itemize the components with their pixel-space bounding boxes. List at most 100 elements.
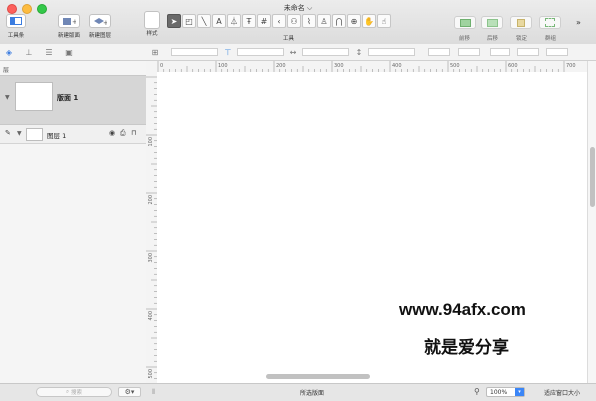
zoom-value: 100% xyxy=(490,388,508,396)
action-menu-button[interactable]: ⚙▾ xyxy=(118,387,141,397)
text-cursor-icon: Ŧ xyxy=(246,16,252,26)
shapes-icon: ◰ xyxy=(185,16,193,26)
new-layer-button[interactable]: + 新建图层 xyxy=(89,14,111,39)
sidebar-search-field[interactable]: ⌕ 搜索 xyxy=(36,387,112,397)
vertical-scroll-thumb[interactable] xyxy=(590,147,595,207)
inspector-bar: ◈ ⊥ ☰ ▣ ⊞ ⊤ ↔ ↕ xyxy=(0,44,596,61)
style-button[interactable]: 样式 xyxy=(144,11,160,37)
bring-front-button[interactable] xyxy=(454,16,476,29)
diagram-tool-button[interactable]: ⚇ xyxy=(287,14,301,28)
drawing-canvas[interactable] xyxy=(157,72,587,383)
text-cursor-tool-button[interactable]: Ŧ xyxy=(242,14,256,28)
arrange-field[interactable] xyxy=(490,48,510,56)
layer-list-item[interactable]: ✎ ▼ 图层 1 ◉ ⎙ ⊓ xyxy=(0,125,146,144)
table-tool-button[interactable]: # xyxy=(257,14,271,28)
browse-tool-button[interactable]: ☝ xyxy=(377,14,391,28)
line-icon: ╲ xyxy=(201,16,207,26)
lock-button[interactable] xyxy=(510,16,532,29)
style-brush-tool-button[interactable]: ⌇ xyxy=(302,14,316,28)
send-back-button[interactable] xyxy=(481,16,503,29)
ruler-tick-label: 100 xyxy=(218,63,228,69)
layer-name: 图层 1 xyxy=(47,132,67,140)
tool-palette: ➤ ◰ ╲ A ⏃ Ŧ # ‹ ⚇ ⌇ ♙ ⋂ ⊕ ✋ ☝ xyxy=(167,14,392,28)
canvas-list-item[interactable]: ▼ 版面 1 xyxy=(0,75,146,125)
gear-icon: ⚙▾ xyxy=(124,388,135,396)
zoom-tool-button[interactable]: ⊕ xyxy=(347,14,361,28)
layer-disclosure-icon[interactable]: ▼ xyxy=(17,130,22,137)
layers-tab-icon[interactable]: ◈ xyxy=(4,47,14,57)
horizontal-scroll-thumb[interactable] xyxy=(266,374,370,379)
selection-tab-icon[interactable]: ▣ xyxy=(64,47,74,57)
disclosure-triangle-icon[interactable]: ▼ xyxy=(5,94,10,101)
magnifier-icon: ⊕ xyxy=(350,16,358,26)
selection-tool-button[interactable]: ➤ xyxy=(167,14,181,28)
canvas-tab-icon[interactable]: ⊥ xyxy=(24,47,34,57)
hand-tool-button[interactable]: ✋ xyxy=(362,14,376,28)
x-position-field[interactable] xyxy=(171,48,218,56)
zoom-select[interactable]: 100% ▾ xyxy=(486,387,525,397)
vertical-scrollbar[interactable] xyxy=(587,61,596,383)
canvas-name: 版面 1 xyxy=(57,94,79,102)
back-tool-button[interactable]: ‹ xyxy=(272,14,286,28)
watermark-url: www.94afx.com xyxy=(399,300,526,319)
send-back-icon xyxy=(486,18,498,27)
pointing-hand-icon: ☝ xyxy=(381,16,387,26)
ruler-tick-label: 700 xyxy=(566,63,576,69)
align-field[interactable] xyxy=(517,48,539,56)
ruler-tick-label: 400 xyxy=(392,63,402,69)
fit-window-button[interactable]: 适应窗口大小 xyxy=(544,388,580,397)
stroke-field[interactable] xyxy=(458,48,480,56)
line-tool-button[interactable]: ╲ xyxy=(197,14,211,28)
height-field[interactable] xyxy=(368,48,415,56)
stamp-tool-button[interactable]: ♙ xyxy=(317,14,331,28)
new-layer-icon: + xyxy=(89,14,111,28)
group-button[interactable] xyxy=(539,16,561,29)
brush-icon: ⌇ xyxy=(307,16,311,26)
toolbar-toggle-button[interactable]: 工具条 xyxy=(6,14,26,39)
width-field[interactable] xyxy=(302,48,349,56)
ruler-tick-label: 500 xyxy=(148,369,154,379)
text-tool-button[interactable]: A xyxy=(212,14,226,28)
group-label: 群组 xyxy=(545,36,557,42)
style-label: 样式 xyxy=(146,31,158,37)
zoom-magnifier-icon[interactable]: ⚲ xyxy=(474,387,480,396)
toolbar-toggle-label: 工具条 xyxy=(7,33,25,39)
outline-tab-icon[interactable]: ☰ xyxy=(44,47,54,57)
layer-thumbnail xyxy=(26,128,43,141)
shape-tool-button[interactable]: ◰ xyxy=(182,14,196,28)
ruler-tick-label: 0 xyxy=(160,63,163,69)
ruler-tick-label: 500 xyxy=(450,63,460,69)
resize-handle-icon[interactable]: ⦀ xyxy=(152,388,155,397)
rotation-field[interactable] xyxy=(428,48,450,56)
width-icon: ↔ xyxy=(289,47,297,57)
title-bar: 未命名 ⌵ 工具条 + 新建版面 + 新建图层 样式 ➤ ◰ ╲ A ⏃ Ŧ #… xyxy=(0,0,596,45)
size-field[interactable] xyxy=(546,48,568,56)
new-canvas-icon: + xyxy=(58,14,80,28)
watermark-slogan: 就是爱分享 xyxy=(424,338,509,358)
pen-tool-button[interactable]: ⏃ xyxy=(227,14,241,28)
selection-status-text: 所选版面 xyxy=(300,390,325,397)
toolbar-overflow-icon[interactable]: » xyxy=(576,18,581,27)
hand-icon: ✋ xyxy=(364,16,374,26)
chevron-down-icon[interactable]: ▾ xyxy=(515,388,524,396)
magnet-icon: ⋂ xyxy=(335,16,343,26)
printer-icon[interactable]: ⎙ xyxy=(120,129,126,138)
unlock-icon[interactable]: ⊓ xyxy=(131,129,136,137)
bring-front-icon xyxy=(459,18,471,27)
arrow-cursor-icon: ➤ xyxy=(170,16,178,26)
new-canvas-button[interactable]: + 新建版面 xyxy=(58,14,80,39)
y-position-field[interactable] xyxy=(237,48,284,56)
magnet-tool-button[interactable]: ⋂ xyxy=(332,14,346,28)
pen-icon: ⏃ xyxy=(230,16,238,26)
ruler-tick-label: 100 xyxy=(148,137,154,147)
ruler-tick-label: 200 xyxy=(148,195,154,205)
diagram-icon: ⚇ xyxy=(290,16,298,26)
tools-label: 工具 xyxy=(283,36,295,42)
status-bar: ⌕ 搜索 ⚙▾ ⦀ 所选版面 ⚲ 100% ▾ 适应窗口大小 xyxy=(0,383,596,401)
y-position-icon: ⊤ xyxy=(224,47,232,57)
text-icon: A xyxy=(216,16,222,26)
pencil-icon[interactable]: ✎ xyxy=(5,129,11,137)
lock-label: 锁定 xyxy=(516,36,528,42)
eye-icon[interactable]: ◉ xyxy=(109,129,115,137)
style-swatch-icon xyxy=(144,11,160,29)
